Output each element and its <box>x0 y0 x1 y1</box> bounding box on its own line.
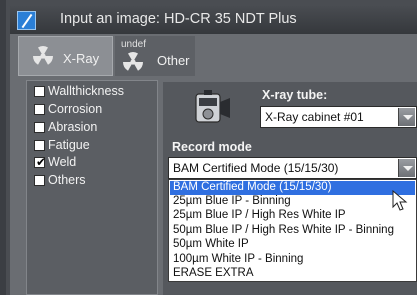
checkbox-box: ✔ <box>34 155 47 169</box>
desktop-edge <box>0 0 6 295</box>
record-mode-option[interactable]: ERASE EXTRA <box>170 267 415 281</box>
checkbox-label: Wallthickness <box>48 84 124 98</box>
record-mode-option[interactable]: BAM Certified Mode (15/15/30) <box>170 181 415 195</box>
checkbox-label: Weld <box>48 155 77 169</box>
record-mode-options-list: BAM Certified Mode (15/15/30) 25µm Blue … <box>168 179 417 282</box>
checkbox-label: Others <box>48 173 86 187</box>
tab-xray[interactable]: X-Ray <box>18 36 113 76</box>
record-mode-label: Record mode <box>172 140 252 154</box>
app-logo-icon <box>17 11 36 30</box>
record-mode-option[interactable]: 100µm White IP - Binning <box>170 253 415 267</box>
xray-tube-select[interactable]: X-Ray cabinet #01 <box>260 106 417 128</box>
checkbox-box <box>34 175 45 186</box>
xray-tube-dropdown-button[interactable] <box>398 108 415 126</box>
xray-tube-value: X-Ray cabinet #01 <box>265 110 364 124</box>
record-mode-option[interactable]: 25µm Blue IP / High Res White IP <box>170 209 415 223</box>
tab-other[interactable]: undef Other <box>115 36 195 76</box>
xray-tube-label: X-ray tube: <box>262 88 328 102</box>
checkbox-box <box>34 86 45 97</box>
chevron-down-icon <box>403 115 413 120</box>
checkbox-box <box>34 122 45 133</box>
record-mode-option[interactable]: 50µm Blue IP / High Res White IP - Binni… <box>170 224 415 238</box>
record-mode-value: BAM Certified Mode (15/15/30) <box>173 161 339 175</box>
record-mode-option[interactable]: 50µm White IP <box>170 238 415 252</box>
tab-other-badge: undef <box>121 39 147 50</box>
tab-xray-label: X-Ray <box>63 51 100 66</box>
window-title: Input an image: HD-CR 35 NDT Plus <box>60 11 297 27</box>
checkbox-label: Abrasion <box>48 120 98 134</box>
tab-other-label: Other <box>157 53 190 68</box>
xray-camera-icon <box>195 90 230 123</box>
record-mode-dropdown-button[interactable] <box>398 159 415 177</box>
checkbox-box <box>34 140 45 151</box>
record-mode-option[interactable]: 25µm Blue IP - Binning <box>170 195 415 209</box>
record-mode-select[interactable]: BAM Certified Mode (15/15/30) <box>168 157 417 179</box>
checkmark-icon: ✔ <box>36 155 47 169</box>
checkbox-label: Corrosion <box>48 102 103 116</box>
checkbox-box <box>34 104 45 115</box>
chevron-down-icon <box>403 166 413 171</box>
radiation-icon <box>32 46 54 65</box>
mouse-pointer-icon <box>392 190 408 211</box>
radiation-icon <box>122 52 144 71</box>
checkbox-label: Fatigue <box>48 138 90 152</box>
